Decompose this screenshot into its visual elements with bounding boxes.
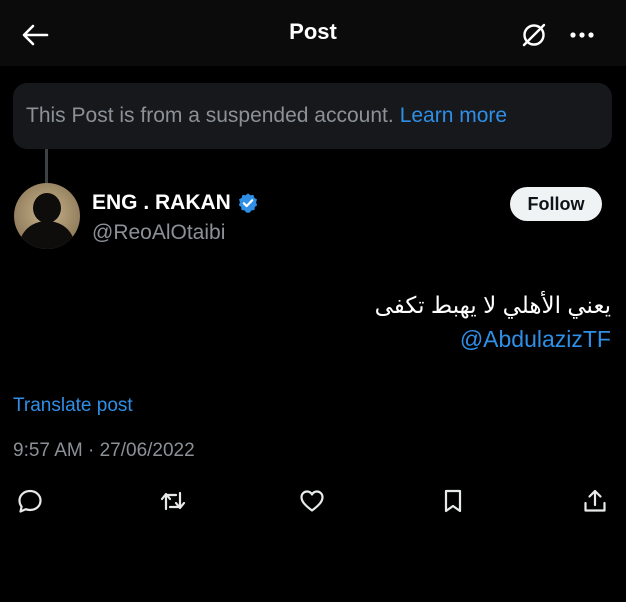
like-button[interactable] [295,484,329,518]
share-icon [584,489,606,512]
verified-badge-icon [238,193,258,213]
avatar[interactable] [14,183,80,249]
notice-text: This Post is from a suspended account. [26,104,394,127]
author-handle[interactable]: @ReoAlOtaibi [92,221,225,245]
share-button[interactable] [578,484,612,518]
avatar-image [14,183,80,249]
no-sign-icon [522,23,546,47]
author-name-row[interactable]: ENG . RAKAN [92,191,259,215]
no-sign-button[interactable] [517,18,551,52]
reply-button[interactable] [13,484,47,518]
top-bar: Post [0,0,626,66]
bookmark-icon [444,489,462,513]
retweet-button[interactable] [156,484,190,518]
more-button[interactable] [565,18,599,52]
mention-link[interactable]: @AbdulazizTF [51,322,611,356]
post-timestamp: 9:57 AM · 27/06/2022 [13,440,195,461]
more-horizontal-icon [570,32,594,38]
display-name: ENG . RAKAN [92,191,231,214]
learn-more-link[interactable]: Learn more [400,104,507,128]
thread-connector [45,149,48,183]
suspended-notice: This Post is from a suspended account. L… [13,83,612,149]
post-page: Post This Post is from a suspended accou… [0,0,626,602]
post-text: يعني الأهلي لا يهبط تكفى [374,292,611,318]
post-body: يعني الأهلي لا يهبط تكفى @AbdulazizTF [51,288,611,356]
translate-post-link[interactable]: Translate post [13,395,133,417]
bookmark-button[interactable] [436,484,470,518]
like-icon [300,490,324,512]
reply-icon [18,489,42,513]
retweet-icon [160,491,186,511]
follow-button[interactable]: Follow [510,187,602,221]
